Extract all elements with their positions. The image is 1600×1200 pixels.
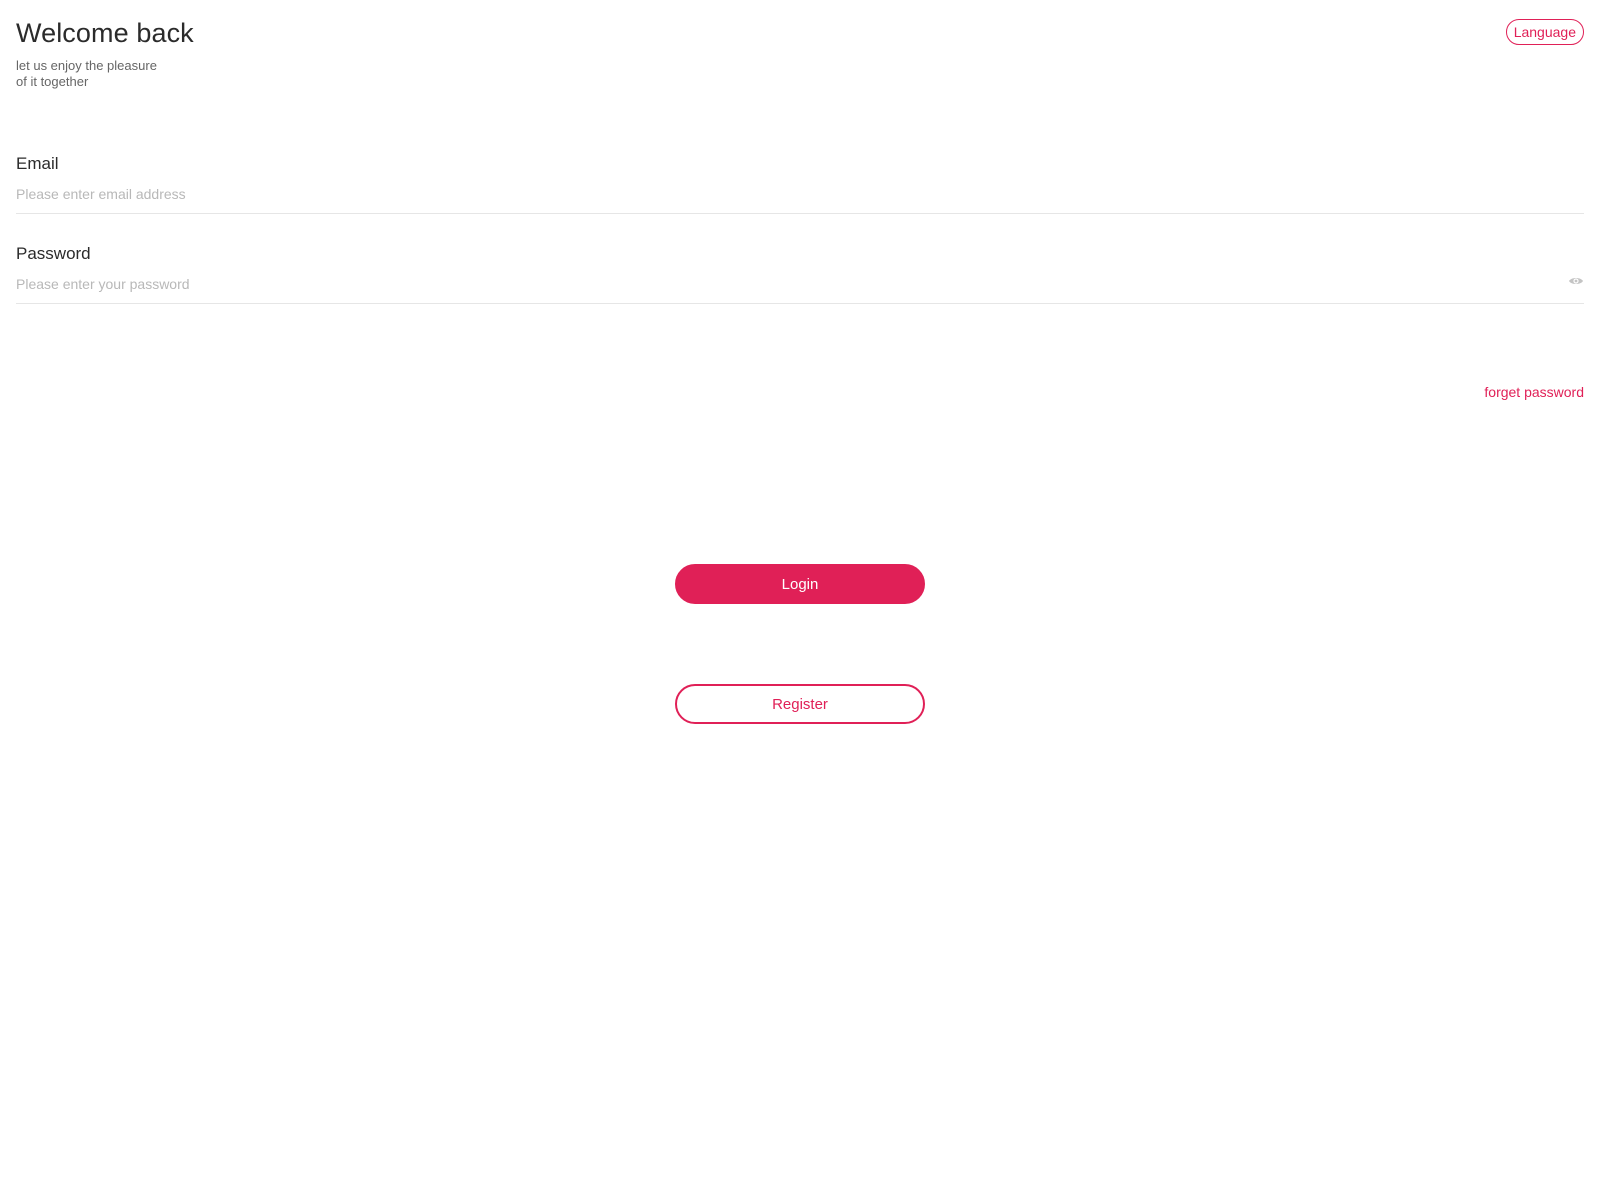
subtitle-line-1: let us enjoy the pleasure [16, 58, 157, 73]
login-page: Welcome back let us enjoy the pleasure o… [0, 0, 1600, 1200]
eye-icon[interactable] [1568, 273, 1584, 289]
email-label: Email [16, 154, 59, 173]
email-field[interactable] [16, 184, 1546, 204]
password-label: Password [16, 244, 91, 263]
email-field-group: Email [16, 150, 1584, 214]
page-title: Welcome back [16, 18, 194, 48]
forget-password-link[interactable]: forget password [1484, 384, 1584, 400]
register-button[interactable]: Register [675, 684, 925, 724]
page-subtitle: let us enjoy the pleasure of it together [16, 58, 194, 90]
language-button[interactable]: Language [1505, 19, 1584, 45]
password-field[interactable] [16, 274, 1546, 294]
password-field-group: Password [16, 240, 1584, 304]
page-header: Welcome back let us enjoy the pleasure o… [16, 16, 194, 90]
login-button[interactable]: Login [675, 564, 925, 604]
subtitle-line-2: of it together [16, 74, 89, 89]
